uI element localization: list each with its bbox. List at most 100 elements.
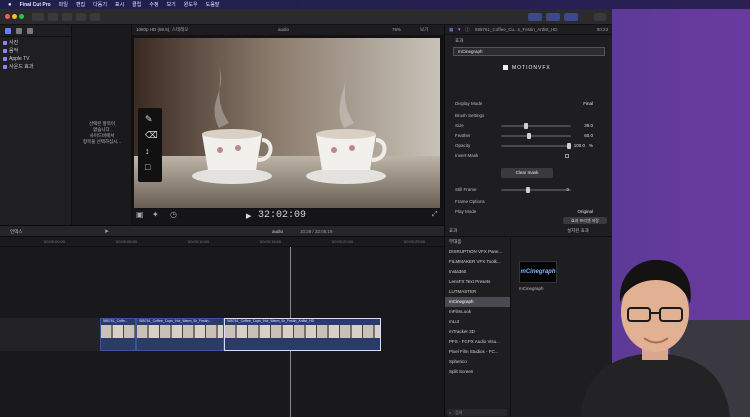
- zoom-window-button[interactable]: [19, 14, 24, 19]
- size-slider[interactable]: [501, 123, 571, 129]
- effects-category[interactable]: mLut: [445, 317, 510, 327]
- enhance-icon[interactable]: ✦: [152, 210, 159, 219]
- timeline-clip[interactable]: 585761_Coffee_Cups_Hot_Warm_Br_Festin...: [136, 318, 224, 351]
- feather-slider[interactable]: [501, 133, 571, 139]
- select-tool-icon[interactable]: ➤: [104, 228, 109, 235]
- clear-mask-button[interactable]: Clear mask: [501, 168, 553, 178]
- menu-mark[interactable]: 표시: [115, 1, 124, 8]
- effects-category[interactable]: Insta360: [445, 267, 510, 277]
- menu-file[interactable]: 파일: [59, 1, 68, 8]
- app-menu[interactable]: Final Cut Pro: [20, 2, 51, 8]
- effects-category[interactable]: mTracker 3D: [445, 327, 510, 337]
- crop-icon[interactable]: ▣: [136, 210, 144, 219]
- effects-category[interactable]: PFS - FCPX Audio Visu...: [445, 337, 510, 347]
- menu-trim[interactable]: 다듬기: [93, 1, 107, 8]
- timecode-display[interactable]: 32:02:09: [258, 210, 306, 221]
- effects-category[interactable]: LensFX Text Presets: [445, 277, 510, 287]
- still-frame-knob[interactable]: [525, 187, 530, 193]
- effects-category[interactable]: LUTMASTER: [445, 287, 510, 297]
- layout-button-3[interactable]: [564, 13, 578, 21]
- play-mode-value[interactable]: Original: [577, 208, 593, 216]
- menu-view[interactable]: 보기: [167, 1, 176, 8]
- size-knob[interactable]: [523, 123, 528, 129]
- effect-name: mCinegraph: [458, 49, 483, 54]
- opacity-value[interactable]: 100.0: [574, 142, 585, 150]
- share-button[interactable]: [594, 13, 606, 21]
- clip-label: 585761_Coffe...: [103, 319, 128, 323]
- effects-category[interactable]: Pixel Film Studios - FC...: [445, 347, 510, 357]
- photos-tab-icon[interactable]: [16, 27, 22, 34]
- apple-icon[interactable]: ●: [8, 2, 12, 8]
- background-tasks-button[interactable]: [62, 13, 72, 21]
- effects-category[interactable]: Split Screen: [445, 367, 510, 377]
- libraries-tab-icon[interactable]: [5, 27, 11, 34]
- thumbnail-title: mCinegraph: [520, 269, 556, 275]
- display-mode-row[interactable]: Display Mode Final: [445, 100, 609, 108]
- library-toggle-button[interactable]: [90, 13, 100, 21]
- feather-value[interactable]: 60.0: [584, 132, 593, 140]
- menu-modify[interactable]: 수정: [149, 1, 158, 8]
- sidebar-item-apple-tv[interactable]: Apple TV: [3, 55, 68, 63]
- sidebar-item-sound-effects[interactable]: 사운드 효과: [3, 63, 68, 71]
- export-icon[interactable]: □: [145, 162, 150, 172]
- feather-knob[interactable]: [527, 133, 531, 139]
- menu-clip[interactable]: 클립: [132, 1, 141, 8]
- speed-icon[interactable]: ◷: [170, 210, 177, 219]
- save-preset-button[interactable]: 효과 프리셋 저장: [563, 217, 607, 224]
- clip-filmstrip: [101, 325, 135, 338]
- transform-icon[interactable]: ↕: [145, 146, 150, 156]
- app-window: 사진 음악 Apple TV 사운드 효과 선택된 항목이 없습니다. 사이드바…: [0, 9, 612, 417]
- effects-search-input[interactable]: ⌕ 검색: [447, 409, 507, 416]
- size-value[interactable]: 39.0: [584, 122, 593, 130]
- menu-edit[interactable]: 편집: [76, 1, 85, 8]
- sidebar-item-photos[interactable]: 사진: [3, 39, 68, 47]
- layout-button-2[interactable]: [546, 13, 560, 21]
- timeline-clip-selected[interactable]: 585761_Coffee_Cups_Hot_Warm_Br_Festin_Ar…: [224, 318, 381, 351]
- info-icon[interactable]: ⓘ: [465, 25, 470, 35]
- import-button[interactable]: [32, 13, 44, 21]
- display-mode-value[interactable]: Final: [583, 100, 593, 108]
- menu-window[interactable]: 윈도우: [184, 1, 198, 8]
- effect-thumbnail-mcinegraph[interactable]: mCinegraph: [519, 261, 557, 283]
- effects-category-selected[interactable]: mCinegraph: [445, 297, 510, 307]
- effects-category[interactable]: 무대음: [445, 237, 510, 247]
- library-sidebar: 사진 음악 Apple TV 사운드 효과: [0, 25, 72, 225]
- view-menu[interactable]: 보기: [420, 27, 428, 33]
- layout-button-1[interactable]: [528, 13, 542, 21]
- minimize-window-button[interactable]: [12, 14, 17, 19]
- zoom-menu[interactable]: 76%: [392, 27, 401, 32]
- effect-header-mcinegraph[interactable]: mCinegraph: [453, 47, 605, 56]
- still-frame-value[interactable]: 0: [566, 186, 569, 194]
- media-browser: 선택된 항목이 없습니다. 사이드바에서 항목을 선택하십시...: [72, 25, 132, 225]
- effects-category[interactable]: Spherico: [445, 357, 510, 367]
- brush-icon[interactable]: ✎: [145, 114, 153, 125]
- invert-mask-checkbox[interactable]: [565, 154, 569, 158]
- timeline[interactable]: 585761_Coffe... 585761_Coffee_Cups_Hot_W…: [0, 247, 444, 417]
- effects-category[interactable]: mFilmLook: [445, 307, 510, 317]
- presenter-image: [580, 259, 750, 417]
- menu-help[interactable]: 도움말: [206, 1, 220, 8]
- opacity-knob[interactable]: [567, 143, 571, 149]
- filter-icon[interactable]: ▼: [457, 25, 461, 35]
- inspector-header: ▦ ▼ ⓘ 585761_Coffee_Cu...s_Festin_Artlis…: [445, 25, 612, 35]
- timeline-clip[interactable]: 585761_Coffe...: [100, 318, 136, 351]
- eraser-icon[interactable]: ⌫: [145, 130, 158, 141]
- installed-effects-filter[interactable]: 설치된 효과: [567, 225, 589, 237]
- effects-category[interactable]: DISRUPTION VFX Pane...: [445, 247, 510, 257]
- timeline-ruler[interactable]: 00:00:00:00 00:00:05:00 00:00:10:00 00:0…: [0, 237, 444, 247]
- check-icon[interactable]: [76, 13, 86, 21]
- video-frame[interactable]: ✎ ⌫ ↕ □: [134, 38, 440, 208]
- still-frame-slider[interactable]: [501, 187, 571, 193]
- index-button[interactable]: 인덱스: [10, 229, 22, 235]
- effects-category[interactable]: FILMMAKER VFX Toolk...: [445, 257, 510, 267]
- keywords-button[interactable]: [48, 13, 58, 21]
- sidebar-item-music[interactable]: 음악: [3, 47, 68, 55]
- opacity-slider[interactable]: [501, 143, 571, 149]
- video-inspector-icon[interactable]: ▦: [449, 25, 453, 35]
- fullscreen-icon[interactable]: ⤢: [432, 211, 438, 219]
- close-window-button[interactable]: [5, 14, 10, 19]
- titles-tab-icon[interactable]: [27, 27, 33, 34]
- play-mode-row[interactable]: Play Mode Original: [445, 208, 609, 216]
- empty-message: 선택된 항목이 없습니다. 사이드바에서 항목을 선택하십시...: [82, 121, 122, 144]
- play-icon[interactable]: ▶: [246, 212, 251, 220]
